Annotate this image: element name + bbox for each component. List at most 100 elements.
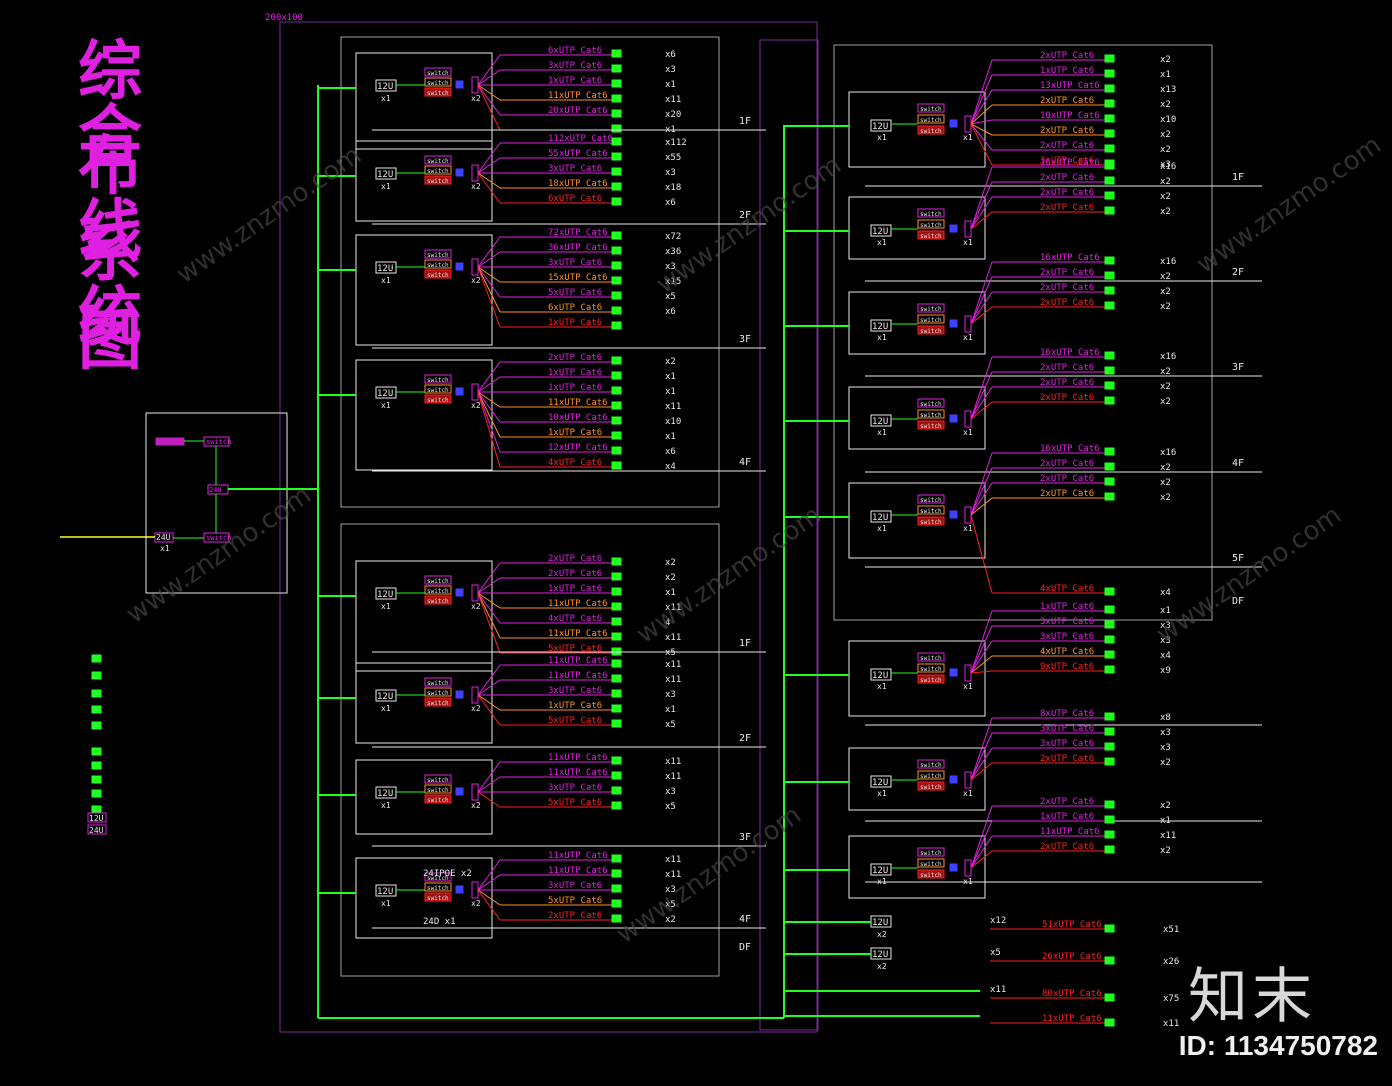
- qty-label: x1: [665, 432, 676, 442]
- cable-label: 18xUTP Cat6: [548, 179, 608, 189]
- dist-qty: x2: [471, 899, 481, 908]
- u-qty: x1: [381, 704, 391, 713]
- qty-label: x2: [1160, 145, 1171, 155]
- qty-label: x2: [1160, 130, 1171, 140]
- fan-wire: [477, 889, 501, 921]
- fan-wire: [477, 761, 501, 793]
- fan-wire: [477, 577, 501, 594]
- cable-label: 2xUTP Cat6: [1040, 842, 1094, 852]
- floor-label: 3F: [739, 334, 751, 345]
- outlet-icon: [1104, 492, 1115, 501]
- title-line-4: 图: [78, 305, 142, 379]
- poe-extra: 24IPOE x2: [423, 869, 472, 879]
- cable-label: 36xUTP Cat6: [548, 243, 608, 253]
- cable-label: 3xUTP Cat6: [548, 61, 602, 71]
- outlet-icon: [611, 306, 622, 315]
- outlet-icon: [611, 884, 622, 893]
- qty-label: x2: [1160, 177, 1171, 187]
- outlet-icon: [611, 137, 622, 146]
- cable-label: 6xUTP Cat6: [548, 303, 602, 313]
- u-label: 12U: [872, 513, 888, 523]
- cable-label: 16xUTP Cat6: [1040, 253, 1100, 263]
- cable-label: 3xUTP Cat6: [1040, 632, 1094, 642]
- distribution: [471, 584, 479, 602]
- fan-wire: [970, 514, 993, 594]
- patch-panel: [455, 885, 464, 894]
- cable-label: 2xUTP Cat6: [1040, 283, 1094, 293]
- legend-icon: [91, 671, 102, 680]
- floor-label: 4F: [739, 457, 751, 468]
- outlet-icon: [1104, 845, 1115, 854]
- fan-wire: [477, 142, 501, 174]
- legend-icon: [91, 747, 102, 756]
- u-qty: x1: [381, 401, 391, 410]
- outlet-icon: [1104, 286, 1115, 295]
- qty-label: x2: [665, 558, 676, 568]
- cable-label: 80xUTP Cat6: [1042, 989, 1102, 999]
- outlet-icon: [611, 557, 622, 566]
- patch-panel: [455, 80, 464, 89]
- switch-label: switch: [427, 377, 449, 384]
- count-label: x11: [990, 985, 1006, 995]
- outlet-icon: [611, 371, 622, 380]
- fan-wire: [970, 670, 993, 674]
- floor-label: 1F: [739, 638, 751, 649]
- qty-label: x16: [1160, 352, 1176, 362]
- outlet-icon: [611, 182, 622, 191]
- fan-wire: [477, 251, 501, 268]
- qty-label: x10: [1160, 115, 1176, 125]
- patch-panel: [949, 224, 958, 233]
- u-label: 12U: [872, 227, 888, 237]
- outlet-icon: [611, 786, 622, 795]
- switch-label: switch: [427, 777, 449, 784]
- switch-label: switch: [920, 508, 942, 515]
- switch-label: switch: [920, 850, 942, 857]
- switch-label: switch: [920, 306, 942, 313]
- switch-label: switch: [920, 773, 942, 780]
- cable-label: 11xUTP Cat6: [548, 768, 608, 778]
- switch-label: switch: [427, 252, 449, 259]
- dist-qty: x1: [963, 333, 973, 342]
- floor-cabinet: [355, 560, 493, 672]
- fan-wire: [970, 482, 993, 516]
- fan-wire: [970, 261, 993, 325]
- outlet-icon: [611, 167, 622, 176]
- fan-wire: [477, 776, 501, 793]
- distribution: [471, 76, 479, 94]
- cable-label: 2xUTP Cat6: [1040, 126, 1094, 136]
- cable-label: 2xUTP Cat6: [1040, 754, 1094, 764]
- switch-label: switch: [920, 222, 942, 229]
- switch-label: switch: [920, 412, 942, 419]
- count-label: x5: [990, 948, 1001, 958]
- floor-cabinet: [355, 234, 493, 346]
- outlet-icon: [1104, 301, 1115, 310]
- dist-qty: x2: [471, 182, 481, 191]
- qty-label: x112: [665, 138, 687, 148]
- brand-logo: 知末: [1188, 962, 1316, 1032]
- fan-wire: [477, 391, 501, 453]
- outlet-icon: [1104, 815, 1115, 824]
- fan-wire: [970, 625, 993, 674]
- legend-icon: [91, 721, 102, 730]
- outlet-icon: [1104, 381, 1115, 390]
- patch-panel: [455, 787, 464, 796]
- qty-label: x72: [665, 232, 681, 242]
- u-label: 12U: [377, 389, 393, 399]
- outlet-icon: [611, 94, 622, 103]
- fan-wire: [477, 361, 501, 393]
- qty-label: x1: [665, 80, 676, 90]
- fan-wire: [970, 123, 993, 166]
- u-qty: x1: [381, 182, 391, 191]
- outlet-icon: [611, 416, 622, 425]
- qty-label: x5: [665, 802, 676, 812]
- fan-wire: [970, 276, 993, 325]
- cable-label: 1xUTP Cat6: [548, 318, 602, 328]
- fan-wire: [477, 54, 501, 86]
- qty-label: x1: [665, 372, 676, 382]
- floor-cabinet: [355, 359, 493, 471]
- switch-label: switch: [920, 423, 942, 430]
- outlet-icon: [1104, 84, 1115, 93]
- cable-label: 11xUTP Cat6: [548, 671, 608, 681]
- outlet-icon: [611, 246, 622, 255]
- switch-label: switch: [427, 797, 449, 804]
